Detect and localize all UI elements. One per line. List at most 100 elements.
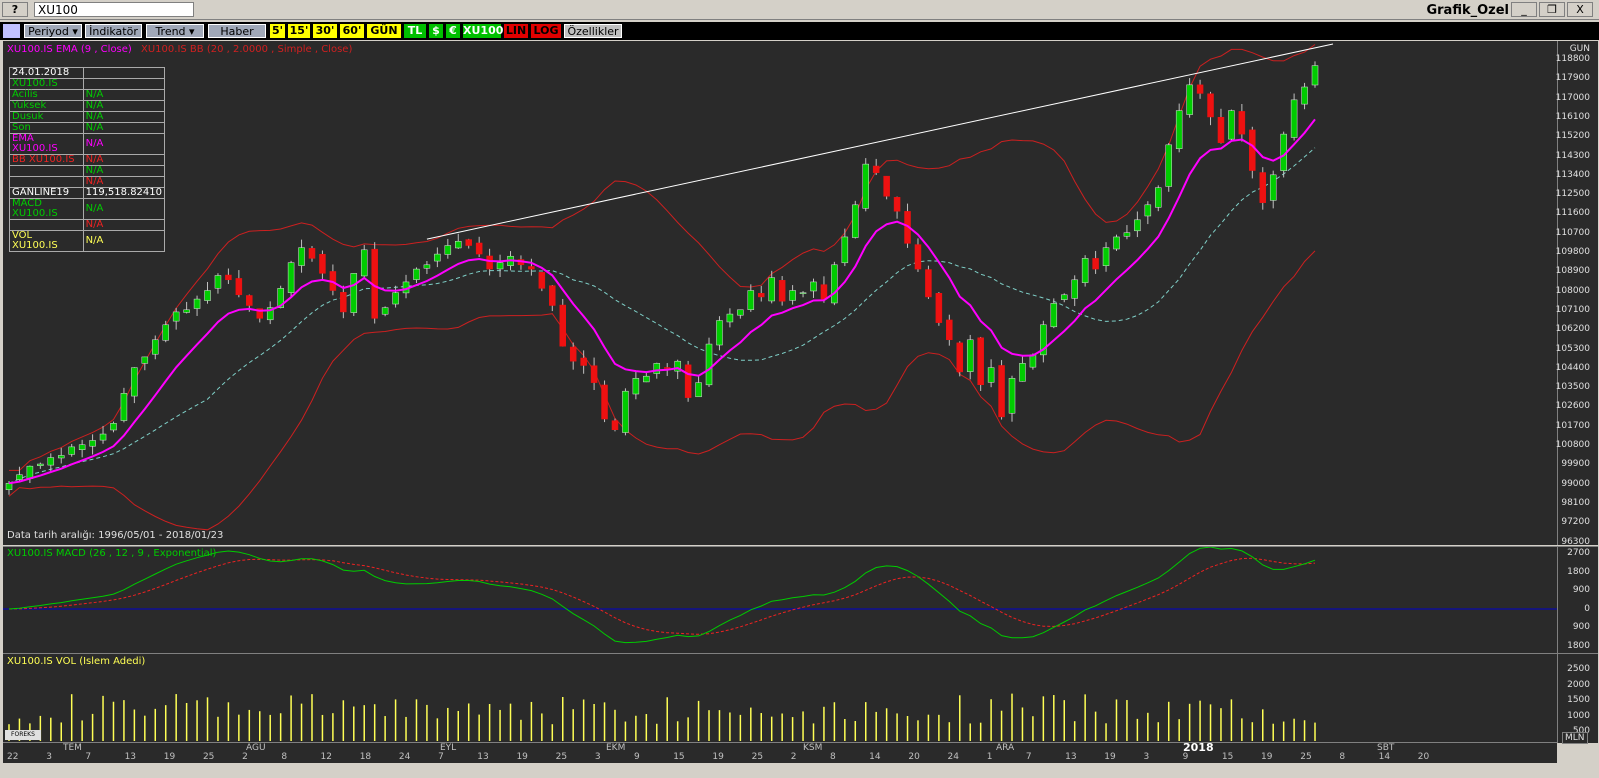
symbol-button[interactable]: XU100 [463, 24, 503, 38]
price-y-axis[interactable]: GUN 118800 117900 117000 116100 115200 114300… [1555, 41, 1598, 547]
candle-body [569, 346, 577, 362]
volume-y-axis[interactable]: 2500 2000 1500 1000 500 MLN [1557, 653, 1598, 744]
info-row: N/A [9, 219, 166, 231]
period-15min-button[interactable]: 15' [288, 24, 310, 38]
period-30min-button[interactable]: 30' [313, 24, 337, 38]
indikator-dropdown[interactable]: İndikatör ▾ [85, 24, 142, 51]
restore-button[interactable]: ❐ [1539, 2, 1565, 17]
candle-body [110, 423, 117, 431]
x-month-label: ARA [996, 743, 1015, 753]
candle-body [246, 295, 253, 306]
price-tick-label: 110700 [1555, 227, 1590, 238]
candle-body [225, 274, 232, 281]
ozellikler-button[interactable]: Özellikler [564, 24, 622, 38]
x-day-label: 1 [986, 752, 993, 762]
candle-body [486, 255, 493, 270]
price-tick-label: 117900 [1555, 73, 1590, 84]
price-tick-label: 108000 [1555, 285, 1590, 296]
price-tick-label: 103500 [1555, 382, 1590, 393]
log-scale-button[interactable]: LOG [531, 24, 561, 38]
x-month-label: KSM [803, 743, 823, 753]
period-label: GUN [1569, 44, 1590, 54]
x-day-label: 19 [163, 752, 176, 762]
volume-chart[interactable] [3, 654, 1557, 743]
trend-dropdown[interactable]: Trend ▾ [146, 24, 204, 38]
candle-body [465, 239, 472, 246]
x-day-label: 24 [398, 752, 411, 762]
candle-body [914, 244, 922, 270]
currency-eur-button[interactable]: € [446, 24, 460, 38]
candle-body [340, 292, 347, 313]
x-day-label: 19 [516, 752, 528, 762]
period-60min-button[interactable]: 60' [340, 24, 364, 38]
candle-body [956, 342, 964, 373]
candle-body [1207, 93, 1214, 118]
chart-toolbar: Periyod ▾ İndikatör ▾ Trend ▾ Haber 5' 1… [0, 22, 1599, 51]
bb-legend: XU100.IS BB (20 , 2.0000 , Simple , Clos… [141, 44, 353, 55]
candle-body [1155, 187, 1162, 208]
candle-body [611, 420, 619, 430]
candle-body [298, 247, 305, 266]
candle-body [935, 293, 943, 323]
macd-chart[interactable] [3, 547, 1557, 653]
price-tick-label: 99900 [1561, 459, 1590, 470]
info-label: Dusuk [9, 111, 84, 123]
price-tick-label: 105300 [1555, 343, 1590, 354]
candle-body [444, 245, 452, 255]
price-chart[interactable] [3, 41, 1557, 545]
candle-body [89, 440, 96, 447]
help-button[interactable]: ? [2, 2, 28, 17]
candle-body [663, 367, 671, 369]
info-label: GANLINE19 [9, 187, 84, 199]
volume-tick-label: 2000 [1567, 679, 1590, 690]
candle-body [1123, 232, 1131, 237]
date-x-axis[interactable]: TEM AGU EYL EKM KSM ARA 2018 SBT 22 3 7 13 19 25 2 8 12 1… [3, 741, 1557, 763]
macd-panel[interactable]: XU100.IS MACD (26 , 12 , 9 , Exponential… [3, 546, 1557, 653]
linear-scale-button[interactable]: LIN [504, 24, 528, 38]
macd-y-axis[interactable]: 2700 1800 900 0 900 1800 [1557, 546, 1598, 653]
macd-tick-label: 900 [1572, 585, 1590, 595]
price-panel[interactable]: XU100.IS EMA (9 , Close) XU100.IS BB (20… [3, 41, 1557, 545]
candle-body [810, 281, 817, 292]
candle-body [1238, 111, 1246, 135]
price-tick-label: 102600 [1555, 401, 1590, 412]
minimize-button[interactable]: _ [1511, 2, 1537, 17]
candle-body [590, 365, 598, 383]
candle-body [820, 284, 828, 300]
price-tick-label: 117000 [1555, 92, 1590, 103]
currency-tl-button[interactable]: TL [404, 24, 426, 38]
price-tick-label: 115200 [1555, 131, 1590, 142]
info-row: MACD XU100.IS N/A [9, 198, 166, 220]
info-label: XU100.IS [9, 78, 84, 90]
symbol-title-field[interactable]: XU100 [34, 2, 194, 17]
periyod-dropdown[interactable]: Periyod ▾ [24, 24, 82, 38]
close-button[interactable]: X [1567, 2, 1593, 17]
x-month-label: EKM [606, 743, 626, 753]
candle-body [413, 268, 420, 280]
candle-body [57, 455, 65, 459]
macd-tick-label: 1800 [1567, 566, 1590, 577]
candle-body [925, 269, 932, 298]
x-day-label: 7 [85, 752, 92, 762]
candle-body [183, 309, 190, 313]
candle-body [799, 292, 807, 294]
period-daily-button[interactable]: GÜN [367, 24, 401, 38]
candle-body [496, 262, 504, 270]
price-tick-label: 116100 [1555, 111, 1590, 122]
info-row: Yuksek N/A [9, 100, 166, 112]
x-month-label: AGU [246, 743, 266, 753]
info-value: N/A [82, 176, 166, 188]
candle-body [1008, 378, 1016, 414]
candle-body [172, 311, 180, 322]
haber-button[interactable]: Haber [208, 24, 266, 38]
price-tick-label: 108900 [1555, 266, 1590, 277]
currency-usd-button[interactable]: $ [429, 24, 443, 38]
candle-body [852, 204, 859, 238]
period-5min-button[interactable]: 5' [270, 24, 285, 38]
candle-body [778, 280, 786, 302]
price-tick-label: 98100 [1561, 497, 1590, 508]
candle-body [946, 319, 953, 341]
volume-panel[interactable]: XU100.IS VOL (Islem Adedi) FOREKS [3, 653, 1557, 743]
info-label [9, 219, 84, 231]
x-day-label: 8 [829, 752, 836, 762]
